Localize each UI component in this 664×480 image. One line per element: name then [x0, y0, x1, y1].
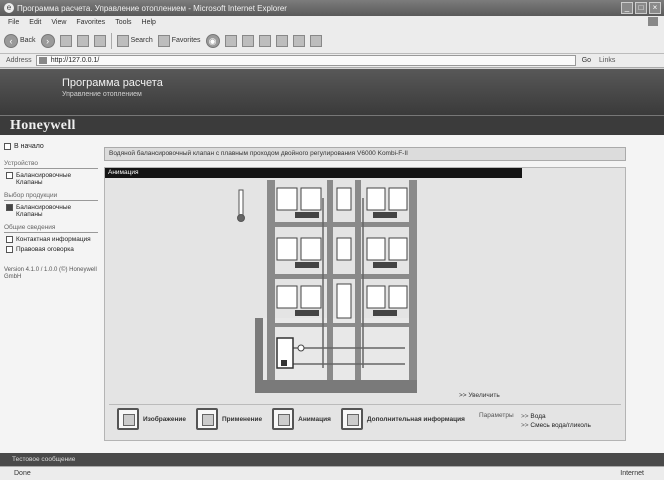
divider [109, 404, 621, 405]
application-button[interactable]: Применение [196, 408, 262, 430]
brand-bar: Honeywell [0, 115, 664, 135]
windows-flag-icon [648, 17, 658, 26]
app-footer: Тестовое сообщение [0, 453, 664, 466]
browser-status-bar: Done Internet [0, 466, 664, 480]
stop-icon [59, 34, 72, 47]
media-button[interactable]: ◉ [205, 33, 220, 48]
breadcrumb: Водяной балансировочный клапан с плавным… [104, 147, 626, 161]
params-label: Параметры [479, 412, 514, 419]
image-icon [117, 408, 139, 430]
status-text: Done [14, 470, 31, 477]
sidebar-group-products: Выбор продукции Балансировочные Клапаны [4, 192, 98, 218]
edit-button[interactable] [275, 34, 288, 47]
sidebar-group-title: Общие сведения [4, 224, 98, 233]
search-button[interactable]: Search [116, 34, 153, 47]
additional-info-button[interactable]: Дополнительная информация [340, 408, 465, 430]
back-button[interactable]: ‹ Back [4, 33, 36, 48]
refresh-button[interactable] [76, 34, 89, 47]
links-button[interactable]: Links [599, 57, 615, 64]
image-button[interactable]: Изображение [117, 408, 186, 430]
animation-panel: Анимация >> Увеличить Изображение Примен… [104, 167, 626, 441]
document-icon [340, 408, 363, 430]
edit-icon [275, 34, 288, 47]
browser-icon: e [4, 3, 14, 13]
sidebar-group-device: Устройство Балансировочные Клапаны [4, 160, 98, 186]
discuss-button[interactable] [292, 34, 305, 47]
sidebar-group-title: Выбор продукции [4, 192, 98, 201]
maximize-icon[interactable]: □ [635, 2, 647, 14]
page-content: В начало Устройство Балансировочные Клап… [0, 135, 664, 453]
param-water-link[interactable]: Вода [521, 412, 591, 421]
forward-button[interactable]: › [40, 33, 55, 48]
params-links: Вода Смесь вода/гликоль [521, 412, 591, 430]
panel-title: Анимация [105, 168, 522, 178]
messenger-icon [309, 34, 322, 47]
close-icon[interactable]: × [649, 2, 661, 14]
internet-zone: Internet [620, 470, 644, 477]
sidebar-item-contact[interactable]: Контактная информация [6, 236, 98, 243]
menu-tools[interactable]: Tools [115, 19, 131, 26]
checkbox-icon [6, 236, 13, 243]
minimize-icon[interactable]: _ [621, 2, 633, 14]
sidebar-item-legal[interactable]: Правовая оговорка [6, 246, 98, 253]
sidebar: В начало Устройство Балансировочные Клап… [4, 143, 98, 281]
window-titlebar: e Программа расчета. Управление отоплени… [0, 0, 664, 16]
refresh-icon [76, 34, 89, 47]
mail-button[interactable] [241, 34, 254, 47]
param-glycol-link[interactable]: Смесь вода/гликоль [521, 421, 591, 430]
checkbox-icon [6, 172, 13, 179]
go-button[interactable]: Go [582, 57, 591, 64]
menu-view[interactable]: View [51, 19, 66, 26]
home-icon [93, 34, 106, 47]
sidebar-item-balancing-valves[interactable]: Балансировочные Клапаны [6, 172, 98, 186]
checkbox-icon [4, 143, 11, 150]
media-icon: ◉ [205, 33, 220, 48]
menu-edit[interactable]: Edit [29, 19, 41, 26]
address-bar: Address http://127.0.0.1/ Go Links [0, 54, 664, 68]
print-button[interactable] [258, 34, 271, 47]
sidebar-group-general: Общие сведения Контактная информация Пра… [4, 224, 98, 253]
print-icon [258, 34, 271, 47]
sidebar-item-balancing-valves-selected[interactable]: Балансировочные Клапаны [6, 204, 98, 218]
discuss-icon [292, 34, 305, 47]
animation-button[interactable]: Анимация [272, 408, 331, 430]
window-controls: _ □ × [621, 2, 661, 14]
toolbar-separator [110, 32, 112, 49]
checkbox-icon [6, 246, 13, 253]
view-tools: Изображение Применение Анимация Дополнит… [117, 408, 465, 430]
enlarge-link[interactable]: >> Увеличить [459, 392, 500, 399]
menu-favorites[interactable]: Favorites [76, 19, 105, 26]
history-icon [224, 34, 237, 47]
menu-help[interactable]: Help [142, 19, 156, 26]
application-icon [196, 408, 218, 430]
messenger-button[interactable] [309, 34, 322, 47]
menu-bar: File Edit View Favorites Tools Help [0, 16, 664, 28]
thermometer-icon [237, 189, 245, 222]
app-title: Программа расчета [62, 77, 163, 89]
address-input[interactable]: http://127.0.0.1/ [35, 55, 576, 66]
star-icon [157, 34, 170, 47]
favorites-button[interactable]: Favorites [157, 34, 201, 47]
mail-icon [241, 34, 254, 47]
stop-button[interactable] [59, 34, 72, 47]
version-info: Version 4.1.0 / 1.0.0 (©) Honeywell GmbH [4, 267, 97, 280]
animation-icon [272, 408, 295, 430]
forward-arrow-icon: › [40, 33, 55, 48]
building-illustration [237, 180, 417, 393]
menu-file[interactable]: File [8, 19, 19, 26]
history-button[interactable] [224, 34, 237, 47]
checkbox-checked-icon [6, 204, 13, 211]
sidebar-group-title: Устройство [4, 160, 98, 169]
app-header: Программа расчета Управление отоплением [0, 69, 664, 115]
window-title: Программа расчета. Управление отоплением… [17, 3, 287, 13]
honeywell-logo: Honeywell [10, 118, 76, 133]
app-subtitle: Управление отоплением [62, 91, 142, 98]
back-arrow-icon: ‹ [4, 33, 18, 48]
home-button[interactable] [93, 34, 106, 47]
search-icon [116, 34, 129, 47]
sidebar-home-link[interactable]: В начало [4, 143, 98, 150]
address-label: Address [6, 57, 32, 64]
browser-toolbar: ‹ Back › Search Favorites ◉ [0, 28, 664, 54]
